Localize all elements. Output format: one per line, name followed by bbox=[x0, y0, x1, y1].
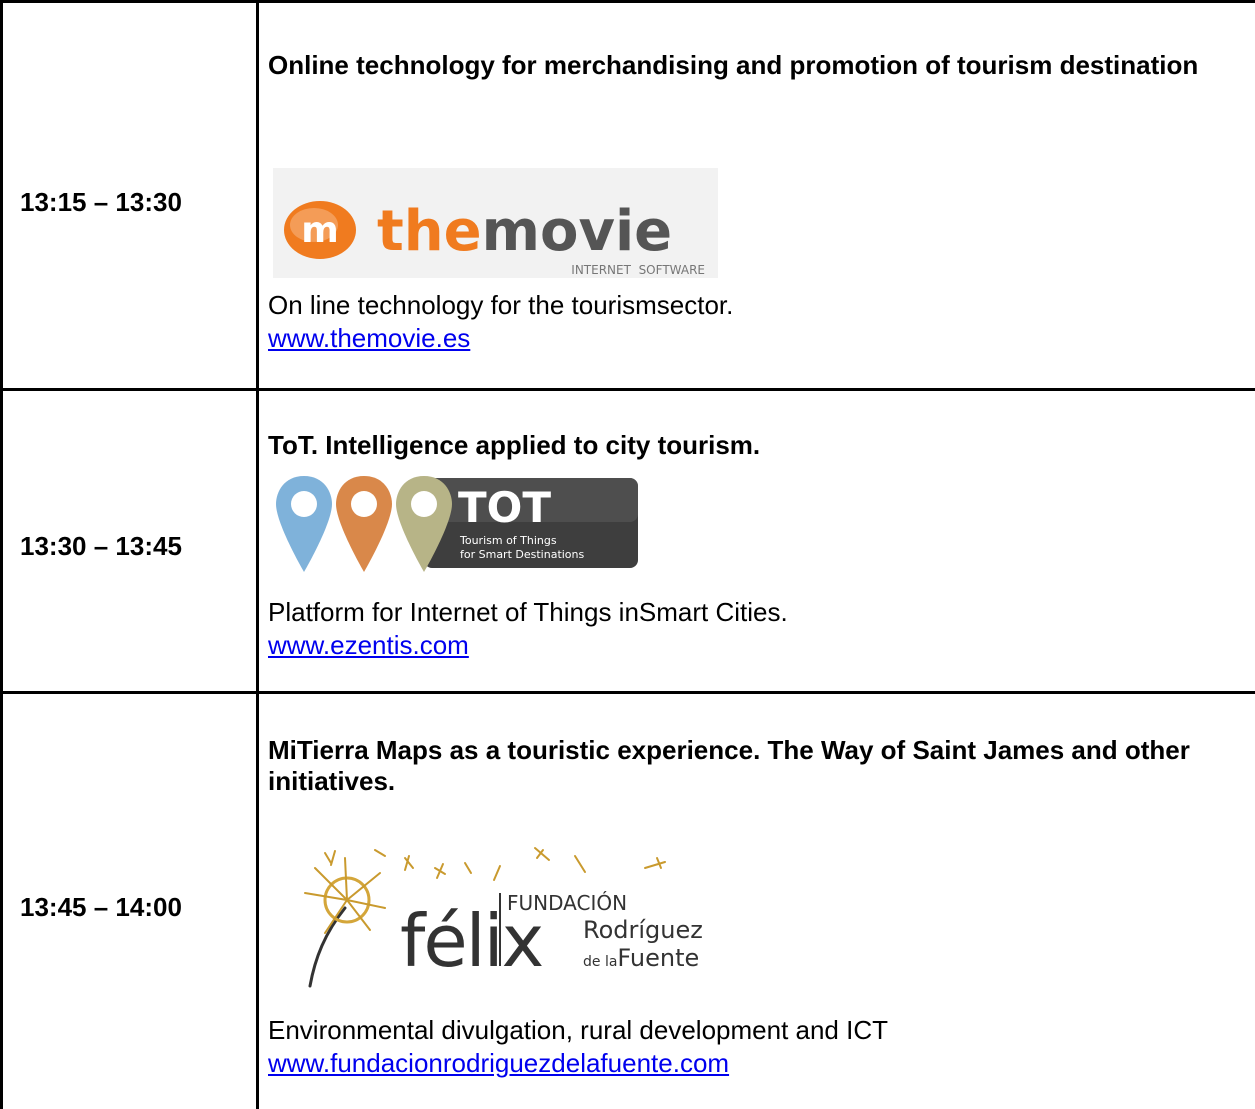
row-divider bbox=[0, 691, 1255, 694]
tot-subtitle-2: for Smart Destinations bbox=[460, 548, 585, 561]
time-slot: 13:30 – 13:45 bbox=[20, 531, 182, 561]
row-divider bbox=[0, 388, 1255, 391]
map-pin-icon bbox=[276, 476, 332, 572]
column-divider bbox=[256, 0, 259, 1109]
fundacion-felix-logo-graphic: félix FUNDACIÓN Rodríguez de laFuente bbox=[304, 847, 703, 988]
themovie-tagline: INTERNET SOFTWARE bbox=[571, 263, 705, 277]
session-title: Online technology for merchandising and … bbox=[268, 50, 1199, 80]
svg-text:de laFuente: de laFuente bbox=[583, 944, 699, 972]
tot-logo-graphic: TOT Tourism of Things for Smart Destinat… bbox=[276, 476, 638, 572]
themovie-logo-graphic: m themovie INTERNET SOFTWARE bbox=[284, 199, 705, 277]
map-pin-icon bbox=[336, 476, 392, 572]
session-link[interactable]: www.ezentis.com bbox=[268, 630, 469, 660]
fundacion-felix-line2-small: de la bbox=[583, 954, 617, 970]
schedule-table: 13:15 – 13:30 Online technology for merc… bbox=[0, 0, 1255, 1109]
fundacion-felix-line1: Rodríguez bbox=[583, 916, 703, 944]
themovie-logo: m themovie INTERNET SOFTWARE bbox=[273, 168, 718, 278]
session-title: ToT. Intelligence applied to city touris… bbox=[268, 430, 761, 460]
table-left-border bbox=[0, 0, 3, 1109]
time-slot: 13:15 – 13:30 bbox=[20, 187, 182, 217]
tot-name: TOT bbox=[458, 483, 551, 532]
themovie-badge-letter: m bbox=[301, 210, 339, 251]
session-description: On line technology for the tourismsector… bbox=[268, 290, 734, 320]
session-link[interactable]: www.themovie.es bbox=[268, 323, 470, 353]
tot-subtitle-1: Tourism of Things bbox=[459, 534, 557, 547]
session-description: Platform for Internet of Things inSmart … bbox=[268, 597, 788, 627]
fundacion-felix-line2: Fuente bbox=[617, 944, 699, 972]
themovie-word-movie: movie bbox=[482, 199, 673, 264]
tot-logo: TOT Tourism of Things for Smart Destinat… bbox=[272, 472, 642, 574]
svg-text:themovie: themovie bbox=[377, 199, 672, 264]
session-description: Environmental divulgation, rural develop… bbox=[268, 1015, 889, 1045]
themovie-word-the: the bbox=[377, 199, 482, 264]
session-title: MiTierra Maps as a touristic experience.… bbox=[268, 735, 1190, 796]
time-slot: 13:45 – 14:00 bbox=[20, 892, 182, 922]
table-top-border bbox=[0, 0, 1255, 3]
fundacion-felix-top: FUNDACIÓN bbox=[507, 891, 627, 915]
session-link[interactable]: www.fundacionrodriguezdelafuente.com bbox=[268, 1048, 729, 1078]
fundacion-felix-logo: félix FUNDACIÓN Rodríguez de laFuente bbox=[285, 838, 705, 988]
